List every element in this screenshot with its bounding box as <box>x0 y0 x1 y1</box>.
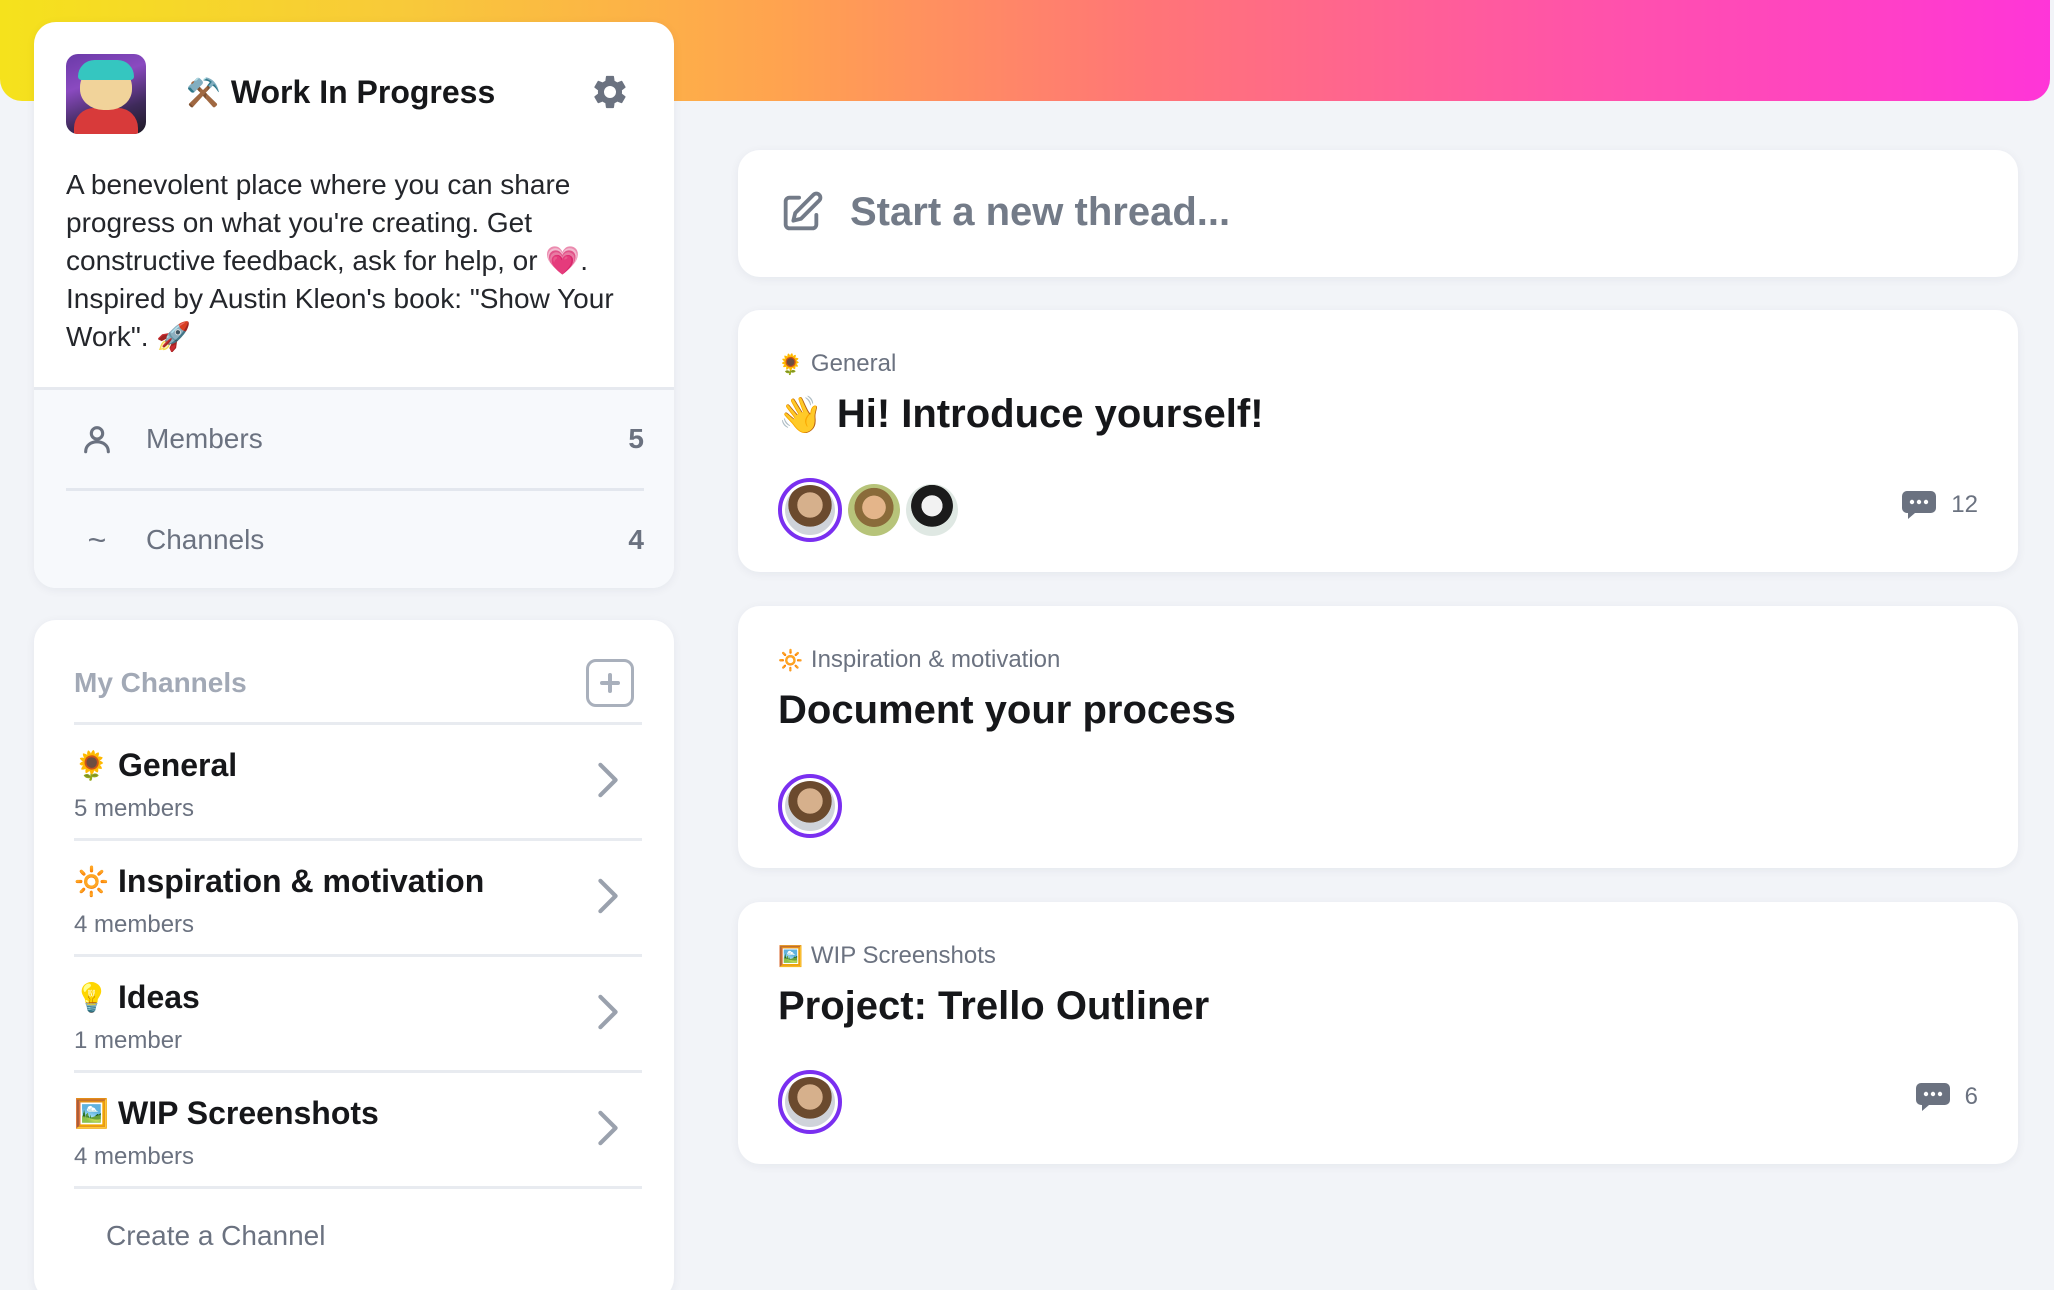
my-channels-title: My Channels <box>74 667 247 698</box>
comment-count[interactable]: 6 <box>1915 1082 1978 1112</box>
author-avatar[interactable] <box>778 774 842 838</box>
members-label: Members <box>146 423 263 454</box>
channel-name: Inspiration & motivation <box>118 863 485 899</box>
author-avatar[interactable] <box>778 478 842 542</box>
channel-name: General <box>118 747 238 783</box>
sunflower-icon: 🌻 <box>778 353 803 376</box>
thread-channel[interactable]: 🖼️ WIP Screenshots <box>778 942 996 970</box>
community-title: Work In Progress <box>230 74 496 110</box>
sun-icon: 🔆 <box>74 866 109 897</box>
new-thread-placeholder: Start a new thread... <box>850 190 1231 234</box>
new-thread-composer[interactable]: Start a new thread... <box>738 150 2018 277</box>
community-title-row: ⚒️ Work In Progress <box>186 74 495 111</box>
thread-card[interactable]: 🖼️ WIP Screenshots Project: Trello Outli… <box>738 902 2018 1164</box>
channel-name: Ideas <box>118 979 200 1015</box>
author-avatar[interactable] <box>778 1070 842 1134</box>
thread-channel-name: Inspiration & motivation <box>810 646 1061 673</box>
my-channels-header: My Channels <box>74 648 634 718</box>
channel-member-count: 4 members <box>74 911 195 938</box>
channel-item-inspiration[interactable]: 🔆 Inspiration & motivation 4 members <box>74 841 642 954</box>
channel-item-general[interactable]: 🌻 General 5 members <box>74 725 642 838</box>
community-description: A benevolent place where you can share p… <box>66 169 614 352</box>
thread-card[interactable]: 🌻 General 👋 Hi! Introduce yourself! 12 <box>738 310 2018 572</box>
channel-item-wip-screenshots[interactable]: 🖼️ WIP Screenshots 4 members <box>74 1073 642 1186</box>
comment-count[interactable]: 12 <box>1901 490 1978 520</box>
sunflower-icon: 🌻 <box>74 750 109 781</box>
thread-channel-name: WIP Screenshots <box>810 942 996 969</box>
thread-title: Document your process <box>778 688 1236 732</box>
sun-icon: 🔆 <box>778 649 803 672</box>
comment-count-value: 12 <box>1951 491 1978 518</box>
comment-count-value: 6 <box>1964 1083 1978 1110</box>
my-channels-card: My Channels 🌻 General 5 members 🔆 Inspirat… <box>34 620 674 1290</box>
channel-member-count: 4 members <box>74 1143 195 1170</box>
tilde-icon: ~ <box>87 522 107 558</box>
participant-avatars <box>778 478 958 542</box>
create-channel-link[interactable]: Create a Channel <box>106 1220 325 1252</box>
thread-title-row: Project: Trello Outliner <box>778 984 1209 1029</box>
participant-avatars <box>778 774 842 838</box>
thread-title-row: 👋 Hi! Introduce yourself! <box>778 392 1264 437</box>
chevron-right-icon <box>598 1110 618 1146</box>
thread-channel[interactable]: 🔆 Inspiration & motivation <box>778 646 1060 674</box>
channel-item-ideas[interactable]: 💡 Ideas 1 member <box>74 957 642 1070</box>
channel-name: WIP Screenshots <box>118 1095 379 1131</box>
settings-gear-icon[interactable] <box>590 72 630 112</box>
community-avatar[interactable] <box>66 54 146 134</box>
community-stats: Members 5 ~ Channels 4 <box>34 387 674 588</box>
thread-title-row: Document your process <box>778 688 1236 733</box>
participant-avatar[interactable] <box>906 484 958 536</box>
channel-member-count: 5 members <box>74 795 195 822</box>
participant-avatars <box>778 1070 842 1134</box>
hammer-pick-icon: ⚒️ <box>186 77 221 108</box>
thread-title: Hi! Introduce yourself! <box>836 392 1264 436</box>
channels-label: Channels <box>146 524 265 555</box>
members-count: 5 <box>628 423 644 454</box>
thread-title: Project: Trello Outliner <box>778 984 1210 1028</box>
user-icon <box>84 426 110 454</box>
message-bubble-icon <box>1915 1083 1950 1111</box>
thread-channel[interactable]: 🌻 General <box>778 350 896 378</box>
thread-card[interactable]: 🔆 Inspiration & motivation Document your… <box>738 606 2018 868</box>
edit-icon <box>783 191 823 231</box>
channel-member-count: 1 member <box>74 1027 183 1054</box>
community-card: ⚒️ Work In Progress A benevolent place w… <box>34 22 674 588</box>
members-row[interactable]: Members 5 <box>66 390 644 488</box>
participant-avatar[interactable] <box>848 484 900 536</box>
channels-row[interactable]: ~ Channels 4 <box>66 491 644 588</box>
chevron-right-icon <box>598 762 618 798</box>
add-channel-button[interactable] <box>586 659 634 707</box>
framed-picture-icon: 🖼️ <box>74 1098 109 1129</box>
framed-picture-icon: 🖼️ <box>778 945 803 968</box>
thread-channel-name: General <box>810 350 897 377</box>
channel-list: 🌻 General 5 members 🔆 Inspiration & motiva… <box>74 722 642 1189</box>
waving-hand-icon: 👋 <box>778 393 823 435</box>
chevron-right-icon <box>598 878 618 914</box>
chevron-right-icon <box>598 994 618 1030</box>
lightbulb-icon: 💡 <box>74 982 109 1013</box>
message-bubble-icon <box>1902 491 1937 519</box>
channels-count: 4 <box>628 524 644 555</box>
